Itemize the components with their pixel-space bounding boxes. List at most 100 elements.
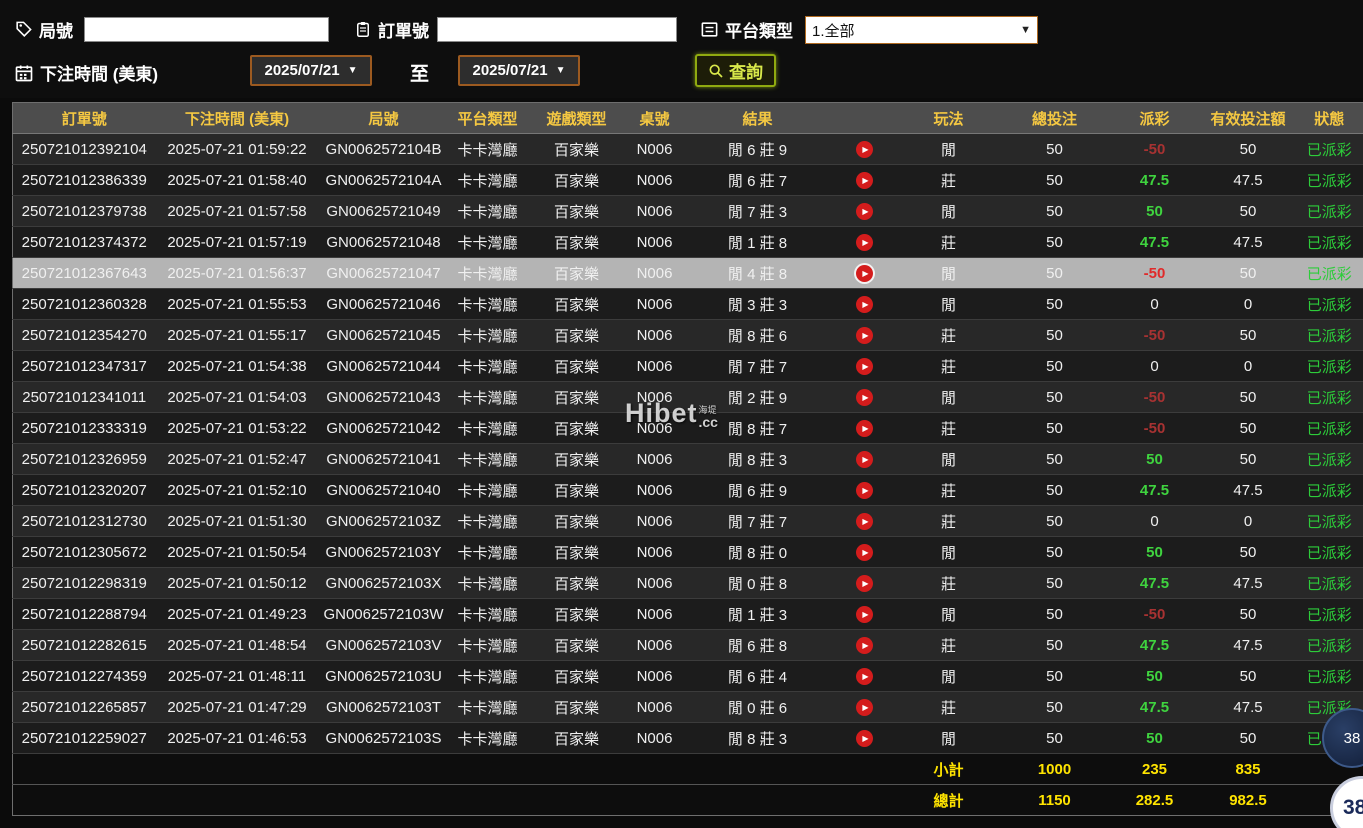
table-row[interactable]: 2507210122887942025-07-21 01:49:23GN0062… — [13, 599, 1363, 630]
game-type-cell: 百家樂 — [527, 413, 627, 444]
status-cell: 已派彩 — [1296, 258, 1363, 289]
payout-cell: -50 — [1109, 258, 1201, 289]
replay-button[interactable]: ▶ — [856, 389, 873, 406]
replay-button[interactable]: ▶ — [856, 575, 873, 592]
replay-button[interactable]: ▶ — [856, 141, 873, 158]
replay-cell: ▶ — [833, 475, 897, 506]
replay-button[interactable]: ▶ — [856, 358, 873, 375]
status-cell: 已派彩 — [1296, 475, 1363, 506]
game-no-input[interactable] — [84, 17, 329, 42]
valid-bet-cell: 50 — [1201, 382, 1296, 413]
table-row[interactable]: 2507210123863392025-07-21 01:58:40GN0062… — [13, 165, 1363, 196]
table-no-cell: N006 — [627, 134, 683, 165]
order-cell: 250721012341011 — [13, 382, 156, 413]
game-no-cell: GN0062572103Z — [319, 506, 449, 537]
replay-button[interactable]: ▶ — [856, 420, 873, 437]
order-cell: 250721012367643 — [13, 258, 156, 289]
game-no-cell: GN00625721046 — [319, 289, 449, 320]
total-bet-cell: 50 — [1001, 692, 1109, 723]
payout-cell: 50 — [1109, 537, 1201, 568]
table-row[interactable]: 2507210123127302025-07-21 01:51:30GN0062… — [13, 506, 1363, 537]
game-type-cell: 百家樂 — [527, 599, 627, 630]
replay-cell: ▶ — [833, 320, 897, 351]
total-bet-cell: 50 — [1001, 351, 1109, 382]
replay-button[interactable]: ▶ — [856, 544, 873, 561]
payout-cell: 47.5 — [1109, 568, 1201, 599]
table-row[interactable]: 2507210122658572025-07-21 01:47:29GN0062… — [13, 692, 1363, 723]
order-cell: 250721012305672 — [13, 537, 156, 568]
status-cell: 已派彩 — [1296, 351, 1363, 382]
grand-total-row: 總計 1150 282.5 982.5 — [13, 785, 1363, 816]
replay-button[interactable]: ▶ — [856, 699, 873, 716]
subtotal-total-bet: 1000 — [1001, 754, 1109, 785]
replay-button[interactable]: ▶ — [856, 296, 873, 313]
replay-button[interactable]: ▶ — [856, 203, 873, 220]
platform-cell: 卡卡灣廳 — [449, 351, 527, 382]
status-cell: 已派彩 — [1296, 320, 1363, 351]
order-no-input[interactable] — [437, 17, 677, 42]
table-row[interactable]: 2507210122826152025-07-21 01:48:54GN0062… — [13, 630, 1363, 661]
replay-button[interactable]: ▶ — [856, 668, 873, 685]
order-cell: 250721012354270 — [13, 320, 156, 351]
grand-total-total-bet: 1150 — [1001, 785, 1109, 816]
replay-button[interactable]: ▶ — [856, 172, 873, 189]
replay-button[interactable]: ▶ — [856, 730, 873, 747]
replay-cell: ▶ — [833, 692, 897, 723]
replay-button[interactable]: ▶ — [856, 234, 873, 251]
table-row[interactable]: 2507210122590272025-07-21 01:46:53GN0062… — [13, 723, 1363, 754]
status-cell: 已派彩 — [1296, 599, 1363, 630]
table-row[interactable]: 2507210123603282025-07-21 01:55:53GN0062… — [13, 289, 1363, 320]
order-cell: 250721012360328 — [13, 289, 156, 320]
payout-cell: -50 — [1109, 382, 1201, 413]
result-cell: 閒 2 莊 9 — [683, 382, 833, 413]
table-row[interactable]: 2507210123056722025-07-21 01:50:54GN0062… — [13, 537, 1363, 568]
payout-cell: 0 — [1109, 506, 1201, 537]
replay-cell: ▶ — [833, 382, 897, 413]
total-bet-cell: 50 — [1001, 475, 1109, 506]
table-row[interactable]: 2507210123269592025-07-21 01:52:47GN0062… — [13, 444, 1363, 475]
table-no-cell: N006 — [627, 351, 683, 382]
table-row[interactable]: 2507210123797382025-07-21 01:57:58GN0062… — [13, 196, 1363, 227]
total-bet-cell: 50 — [1001, 661, 1109, 692]
platform-cell: 卡卡灣廳 — [449, 599, 527, 630]
floating-badge-bottom-value: 38 — [1343, 796, 1363, 820]
replay-button[interactable]: ▶ — [856, 513, 873, 530]
table-row[interactable]: 2507210123542702025-07-21 01:55:17GN0062… — [13, 320, 1363, 351]
replay-button[interactable]: ▶ — [856, 265, 873, 282]
replay-cell: ▶ — [833, 568, 897, 599]
result-cell: 閒 6 莊 9 — [683, 134, 833, 165]
play-type-cell: 閒 — [897, 599, 1001, 630]
column-header: 下注時間 (美東) — [156, 103, 319, 134]
game-no-cell: GN00625721042 — [319, 413, 449, 444]
status-cell: 已派彩 — [1296, 413, 1363, 444]
payout-cell: 50 — [1109, 444, 1201, 475]
table-row[interactable]: 2507210122743592025-07-21 01:48:11GN0062… — [13, 661, 1363, 692]
date-to-picker[interactable]: 2025/07/21 ▼ — [458, 55, 580, 86]
valid-bet-cell: 50 — [1201, 599, 1296, 630]
valid-bet-cell: 0 — [1201, 506, 1296, 537]
date-from-picker[interactable]: 2025/07/21 ▼ — [250, 55, 372, 86]
table-row[interactable]: 2507210123676432025-07-21 01:56:37GN0062… — [13, 258, 1363, 289]
status-cell: 已派彩 — [1296, 661, 1363, 692]
result-cell: 閒 6 莊 8 — [683, 630, 833, 661]
replay-button[interactable]: ▶ — [856, 451, 873, 468]
table-row[interactable]: 2507210123473172025-07-21 01:54:38GN0062… — [13, 351, 1363, 382]
result-cell: 閒 3 莊 3 — [683, 289, 833, 320]
status-cell: 已派彩 — [1296, 506, 1363, 537]
table-row[interactable]: 2507210122983192025-07-21 01:50:12GN0062… — [13, 568, 1363, 599]
table-header-row: 訂單號下注時間 (美東)局號平台類型遊戲類型桌號結果玩法總投注派彩有效投注額狀態 — [13, 103, 1363, 134]
replay-button[interactable]: ▶ — [856, 606, 873, 623]
table-row[interactable]: 2507210123202072025-07-21 01:52:10GN0062… — [13, 475, 1363, 506]
table-row[interactable]: 2507210123333192025-07-21 01:53:22GN0062… — [13, 413, 1363, 444]
replay-button[interactable]: ▶ — [856, 637, 873, 654]
table-row[interactable]: 2507210123743722025-07-21 01:57:19GN0062… — [13, 227, 1363, 258]
table-no-cell: N006 — [627, 413, 683, 444]
table-row[interactable]: 2507210123921042025-07-21 01:59:22GN0062… — [13, 134, 1363, 165]
replay-button[interactable]: ▶ — [856, 482, 873, 499]
platform-select[interactable]: 1.全部 ▼ — [805, 16, 1038, 44]
table-row[interactable]: 2507210123410112025-07-21 01:54:03GN0062… — [13, 382, 1363, 413]
table-no-cell: N006 — [627, 258, 683, 289]
replay-button[interactable]: ▶ — [856, 327, 873, 344]
search-button[interactable]: 查詢 — [695, 54, 776, 87]
platform-cell: 卡卡灣廳 — [449, 413, 527, 444]
